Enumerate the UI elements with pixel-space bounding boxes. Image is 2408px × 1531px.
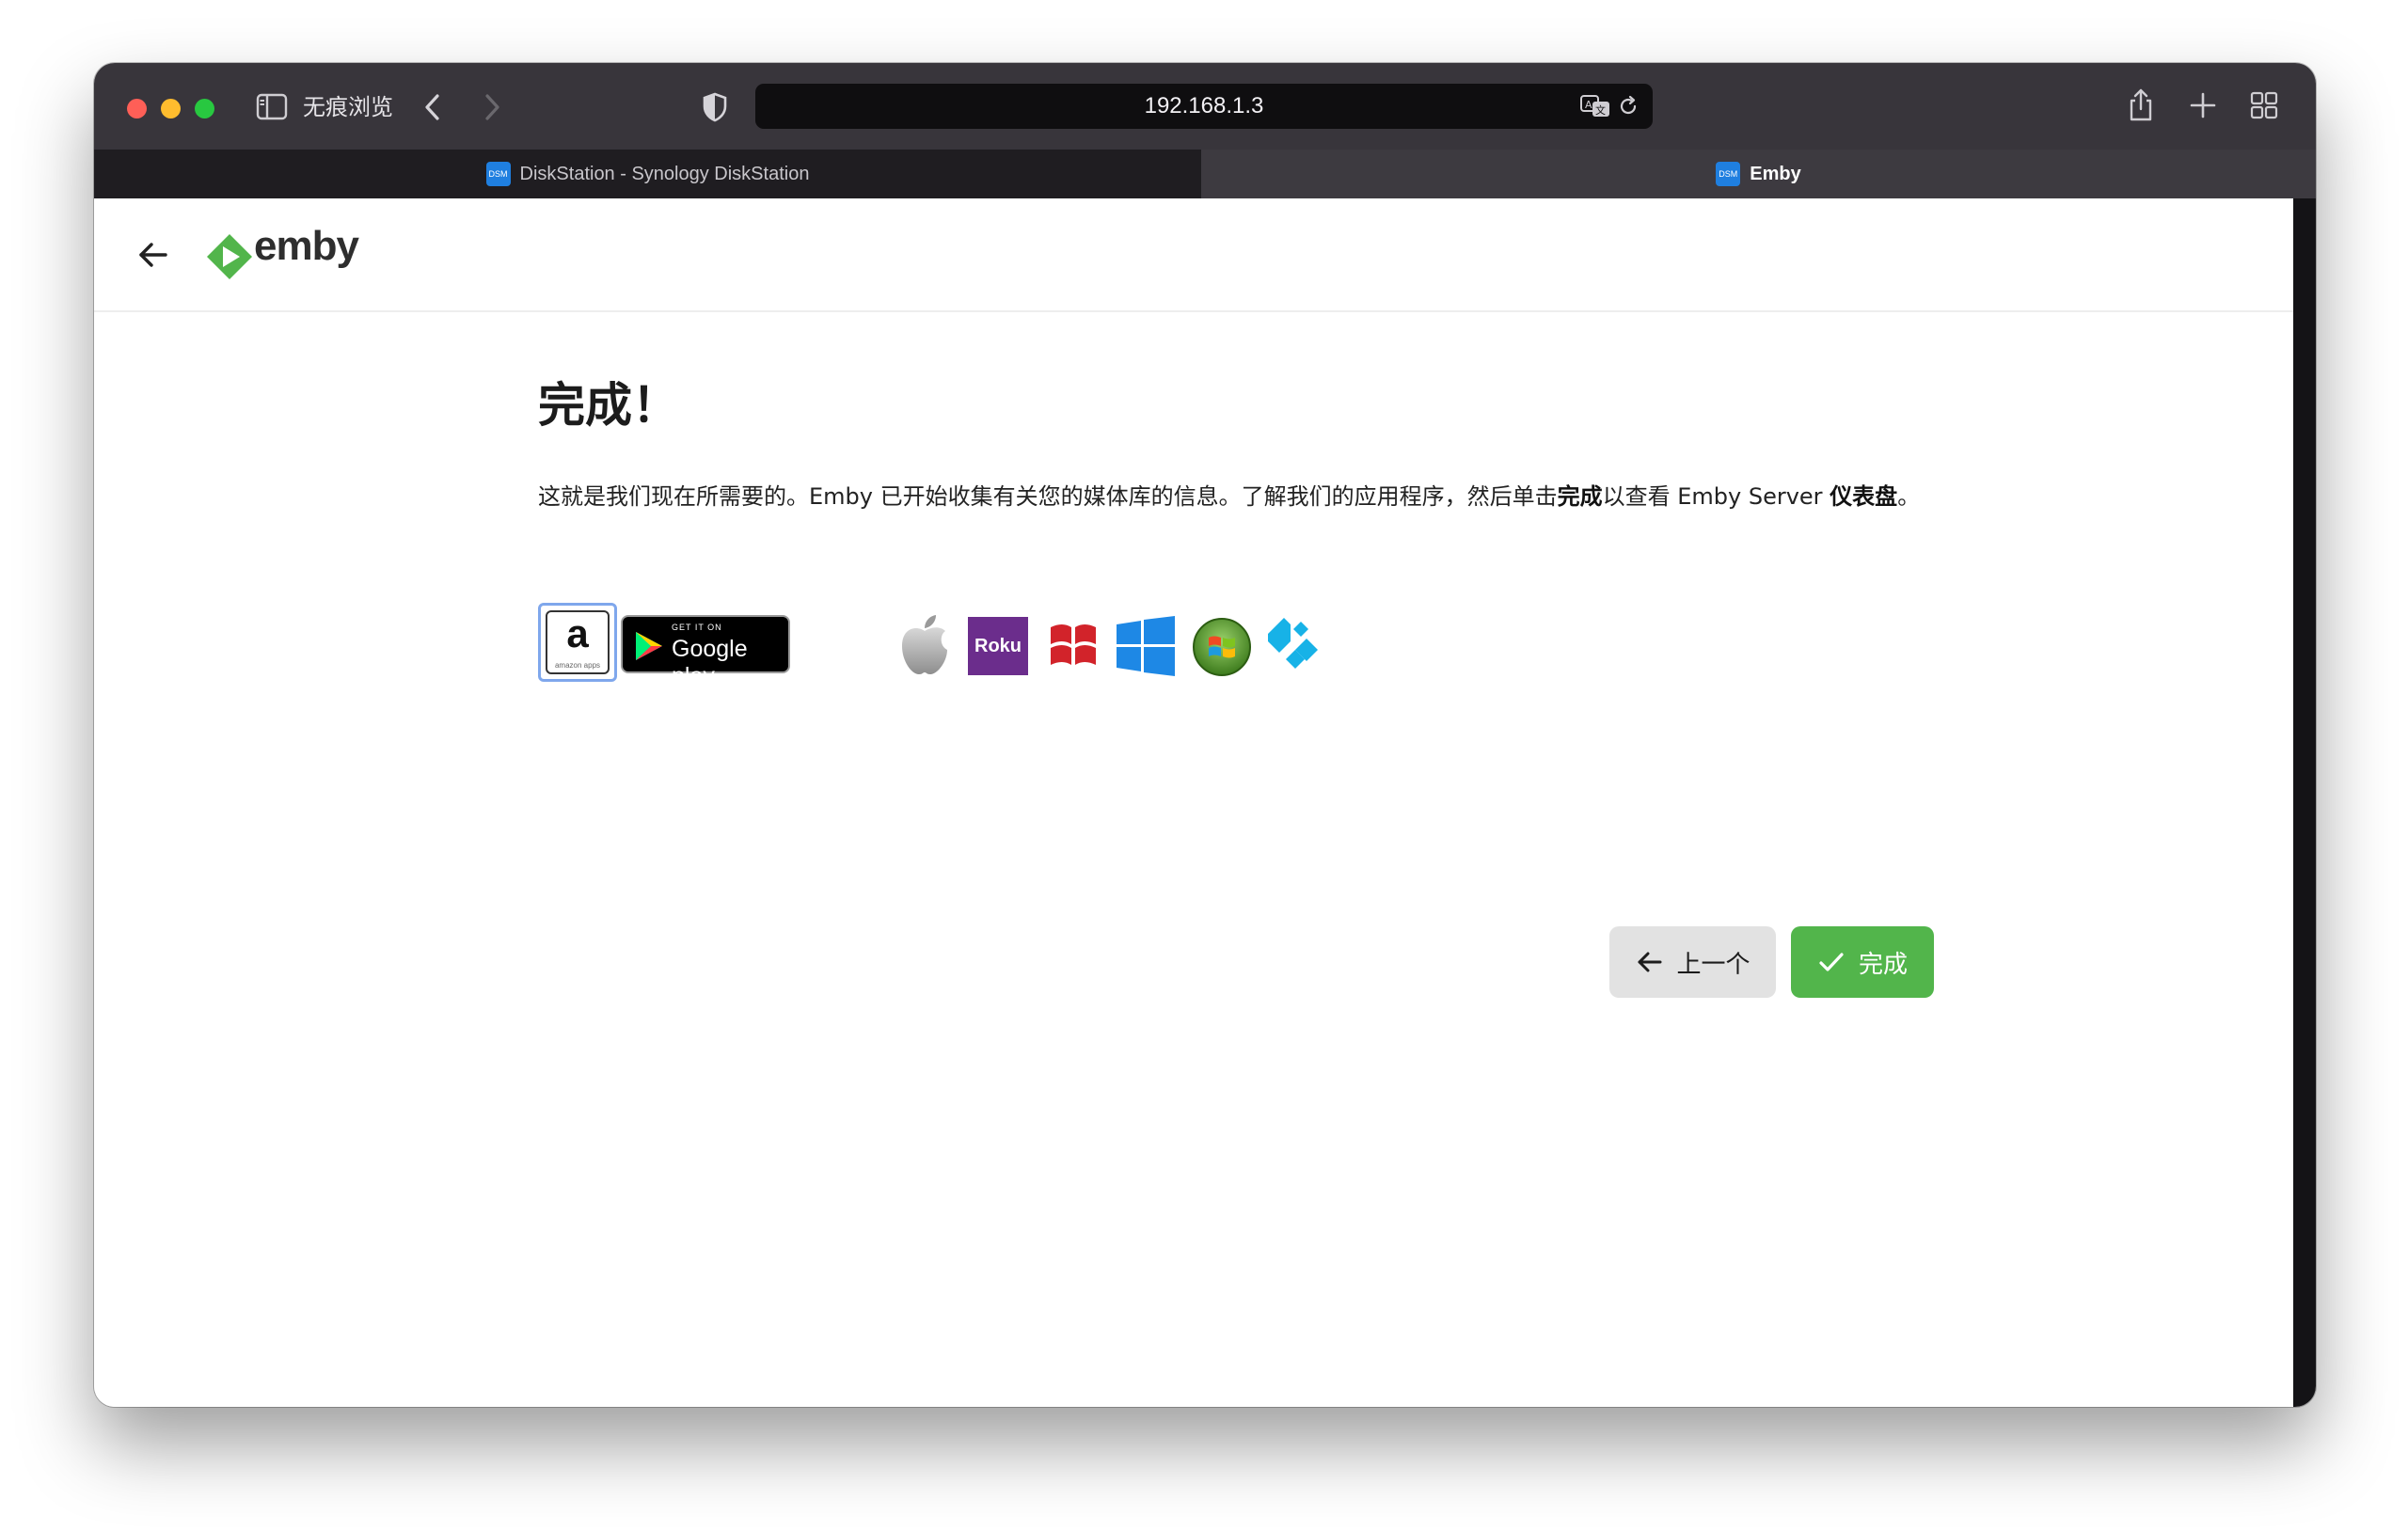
tab-diskstation[interactable]: DSM DiskStation - Synology DiskStation bbox=[94, 150, 1201, 198]
finish-emphasis: 完成 bbox=[1557, 483, 1603, 510]
wizard-description: 这就是我们现在所需要的。Emby 已开始收集有关您的媒体库的信息。了解我们的应用… bbox=[538, 483, 1921, 510]
privacy-shield-icon[interactable] bbox=[701, 90, 729, 124]
page-content: emby 完成！ 这就是我们现在所需要的。Emby 已开始收集有关您的媒体库的信… bbox=[94, 198, 2293, 1407]
previous-button[interactable]: 上一个 bbox=[1609, 926, 1776, 998]
tab-overview-icon[interactable] bbox=[2250, 91, 2278, 119]
apple-icon[interactable] bbox=[896, 612, 953, 678]
zoom-window-button[interactable] bbox=[195, 99, 214, 118]
address-bar[interactable]: 192.168.1.3 A 文 bbox=[755, 84, 1653, 129]
browser-window: 无痕浏览 192.168.1.3 A 文 DSM DiskStation - S… bbox=[94, 63, 2316, 1407]
tab-emby[interactable]: DSM Emby bbox=[1201, 150, 2316, 198]
roku-icon[interactable]: Roku bbox=[968, 617, 1028, 675]
browser-toolbar: 无痕浏览 192.168.1.3 A 文 bbox=[94, 63, 2316, 150]
back-chevron-icon[interactable] bbox=[419, 90, 447, 124]
emby-wordmark[interactable]: emby bbox=[254, 223, 359, 270]
dsm-favicon-icon: DSM bbox=[485, 162, 511, 186]
dsm-favicon-icon: DSM bbox=[1716, 162, 1741, 186]
translate-icon[interactable]: A 文 bbox=[1579, 94, 1611, 118]
previous-button-label: 上一个 bbox=[1676, 950, 1751, 979]
new-tab-icon[interactable] bbox=[2189, 91, 2217, 119]
back-arrow-icon[interactable] bbox=[134, 236, 171, 274]
emby-logo-icon[interactable] bbox=[205, 232, 254, 281]
dashboard-emphasis: 仪表盘 bbox=[1830, 483, 1898, 510]
forward-chevron-icon[interactable] bbox=[478, 90, 506, 124]
windows-10-icon[interactable] bbox=[1115, 616, 1177, 676]
wizard-finish-section: 完成！ 这就是我们现在所需要的。Emby 已开始收集有关您的媒体库的信息。了解我… bbox=[538, 372, 1940, 515]
back-arrow-icon bbox=[1638, 952, 1662, 972]
tab-strip: DSM DiskStation - Synology DiskStation D… bbox=[94, 150, 2316, 198]
google-play-icon[interactable]: GET IT ON Google play bbox=[621, 615, 790, 689]
windows-8-icon[interactable] bbox=[1049, 620, 1098, 671]
private-browsing-label: 无痕浏览 bbox=[303, 94, 393, 120]
check-icon bbox=[1819, 953, 1844, 971]
page-scrollbar[interactable] bbox=[2293, 198, 2316, 1407]
tab-title: DiskStation - Synology DiskStation bbox=[519, 163, 810, 184]
finish-button[interactable]: 完成 bbox=[1791, 926, 1934, 998]
svg-text:A: A bbox=[1585, 99, 1592, 111]
share-icon[interactable] bbox=[2126, 87, 2156, 123]
reload-icon[interactable] bbox=[1617, 95, 1640, 118]
sidebar-toggle-icon[interactable] bbox=[256, 93, 288, 120]
page-title: 完成！ bbox=[538, 378, 679, 433]
address-text[interactable]: 192.168.1.3 bbox=[755, 84, 1653, 129]
windows-7-icon[interactable] bbox=[1192, 617, 1252, 677]
amazon-icon[interactable]: a amazon apps bbox=[538, 603, 617, 682]
emby-header: emby bbox=[94, 198, 2293, 312]
minimize-window-button[interactable] bbox=[161, 99, 181, 118]
kodi-icon[interactable] bbox=[1266, 616, 1324, 674]
svg-text:文: 文 bbox=[1595, 103, 1606, 117]
tab-title: Emby bbox=[1750, 163, 1801, 184]
finish-button-label: 完成 bbox=[1858, 950, 1908, 979]
close-window-button[interactable] bbox=[127, 99, 147, 118]
